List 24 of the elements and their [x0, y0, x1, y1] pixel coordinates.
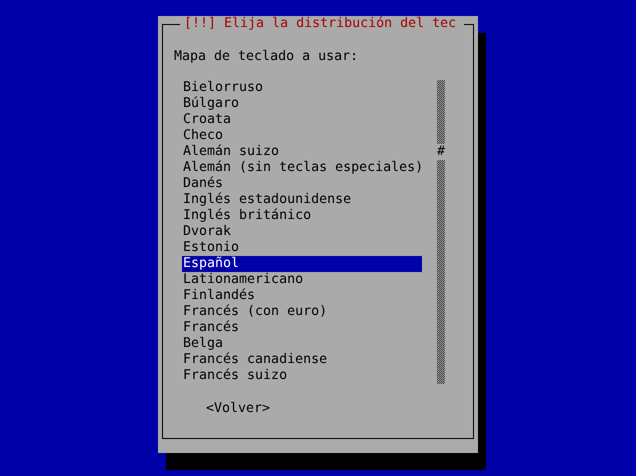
list-item[interactable]: Belga	[182, 336, 422, 352]
list-item[interactable]: Alemán (sin teclas especiales)	[182, 160, 422, 176]
dialog-title: [!!] Elija la distribución del tec	[180, 16, 464, 32]
list-item[interactable]: Dvorak	[182, 224, 422, 240]
list-item[interactable]: Finlandés	[182, 288, 422, 304]
list-item[interactable]: Búlgaro	[182, 96, 422, 112]
list-item[interactable]: Inglés británico	[182, 208, 422, 224]
list-item[interactable]: Checo	[182, 128, 422, 144]
list-item[interactable]: Alemán suizo	[182, 144, 422, 160]
list-item[interactable]: Francés (con euro)	[182, 304, 422, 320]
list-item[interactable]: Croata	[182, 112, 422, 128]
list-item[interactable]: Estonio	[182, 240, 422, 256]
back-button[interactable]: <Volver>	[206, 401, 270, 416]
scrollbar-thumb[interactable]: #	[437, 144, 445, 160]
list-item[interactable]: Danés	[182, 176, 422, 192]
list-item[interactable]: Francés canadiense	[182, 352, 422, 368]
list-item[interactable]: Francés	[182, 320, 422, 336]
list-item[interactable]: Bielorruso	[182, 80, 422, 96]
prompt-label: Mapa de teclado a usar:	[174, 49, 360, 65]
list-item[interactable]: Español	[182, 256, 422, 272]
list-item[interactable]: Inglés estadounidense	[182, 192, 422, 208]
scrollbar[interactable]: #	[437, 80, 445, 384]
list-item[interactable]: Francés suizo	[182, 368, 422, 384]
list-item[interactable]: Lationamericano	[182, 272, 422, 288]
